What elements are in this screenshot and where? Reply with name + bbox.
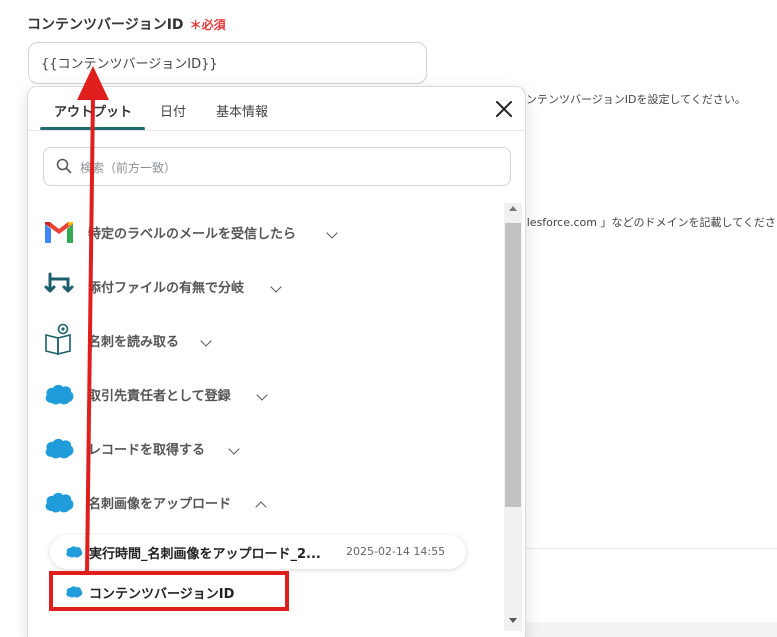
chevron-down-icon (326, 227, 338, 239)
active-tab-indicator (40, 127, 145, 130)
step-label: 取引先責任者として登録 (88, 389, 231, 404)
tab-basic-info[interactable]: 基本情報 (216, 101, 268, 120)
step-label: 添付ファイルの有無で分岐 (88, 281, 245, 296)
close-icon[interactable] (494, 99, 514, 119)
ocr-book-icon (42, 323, 76, 357)
field-label-text: コンテンツバージョンID (27, 17, 184, 33)
divider (526, 548, 777, 549)
search-placeholder: 検索（前方一致） (80, 161, 177, 175)
step-upload-card-image[interactable]: 名刺画像をアップロード (42, 485, 482, 519)
gmail-icon (42, 215, 76, 249)
chevron-down-icon (200, 335, 212, 347)
output-item-content-version-id[interactable]: コンテンツバージョンID (50, 575, 290, 609)
help-text-2: alesforce.com 」などのドメインを記載してください (520, 216, 777, 229)
tab-bar: アウトプット 日付 基本情報 (28, 87, 525, 131)
step-label: 特定のラベルのメールを受信したら (88, 227, 297, 242)
search-icon (56, 158, 72, 174)
scroll-down-arrow-icon[interactable] (509, 618, 517, 623)
field-input-value: {{コンテンツバージョンID}} (41, 57, 218, 72)
output-value: 2025-02-14 14:55 (346, 545, 446, 558)
output-label: 実行時間_名刺画像をアップロード_2... (89, 547, 321, 562)
chevron-up-icon (255, 501, 267, 513)
step-get-record[interactable]: レコードを取得する (42, 431, 482, 465)
output-picker-popup: アウトプット 日付 基本情報 検索（前方一致） 特定のラベルのメールを受信したら (27, 86, 526, 637)
branch-icon (42, 269, 76, 303)
salesforce-icon (64, 544, 84, 559)
background-footer (526, 622, 777, 637)
required-mark: ＊必須 (189, 18, 226, 32)
step-gmail-trigger[interactable]: 特定のラベルのメールを受信したら (42, 215, 482, 249)
salesforce-icon (64, 584, 84, 599)
tab-date[interactable]: 日付 (160, 101, 186, 120)
scroll-up-arrow-icon[interactable] (509, 206, 517, 211)
chevron-down-icon (270, 281, 282, 293)
step-label: レコードを取得する (88, 443, 206, 458)
output-label: コンテンツバージョンID (89, 587, 235, 602)
step-register-contact[interactable]: 取引先責任者として登録 (42, 377, 482, 411)
step-read-card[interactable]: 名刺を読み取る (42, 323, 482, 357)
field-label: コンテンツバージョンID ＊必須 (27, 14, 226, 34)
salesforce-icon (42, 431, 76, 465)
chevron-down-icon (256, 389, 268, 401)
tab-output[interactable]: アウトプット (54, 101, 132, 120)
salesforce-icon (42, 377, 76, 411)
scrollbar-thumb[interactable] (505, 223, 521, 507)
step-branch[interactable]: 添付ファイルの有無で分岐 (42, 269, 482, 303)
step-label: 名刺画像をアップロード (88, 497, 232, 512)
salesforce-icon (42, 485, 76, 519)
chevron-down-icon (228, 443, 240, 455)
search-input[interactable]: 検索（前方一致） (43, 147, 511, 186)
step-label: 名刺を読み取る (88, 335, 180, 350)
help-text-1: ンテンツバージョンIDを設定してください。 (526, 93, 746, 106)
content-version-id-input[interactable]: {{コンテンツバージョンID}} (28, 42, 427, 84)
output-item-execution-time[interactable]: 実行時間_名刺画像をアップロード_2... 2025-02-14 14:55 (50, 535, 466, 569)
